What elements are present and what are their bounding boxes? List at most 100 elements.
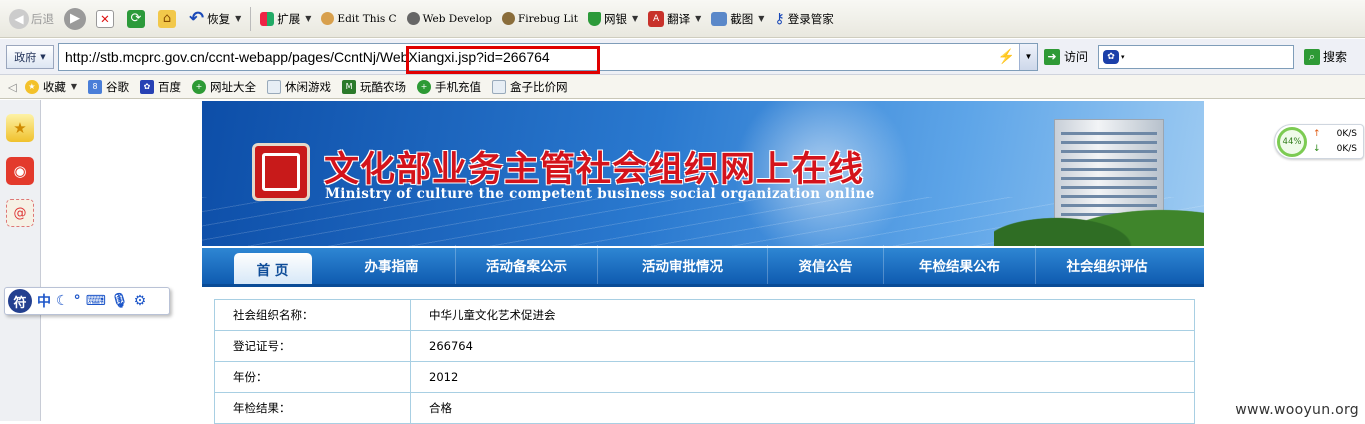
zone-dropdown[interactable]: 政府 ▼	[6, 44, 54, 69]
site-icon: +	[417, 79, 432, 94]
table-row: 社会组织名称： 中华儿童文化艺术促进会	[214, 299, 1195, 331]
google-icon: 8	[88, 79, 103, 94]
stop-button[interactable]: ✕	[91, 4, 122, 34]
site-logo	[252, 143, 310, 201]
watermark: www.wooyun.org	[1235, 402, 1359, 418]
screenshot-button[interactable]: 截图 ▼	[706, 4, 769, 34]
forward-button[interactable]: ▶	[59, 4, 91, 34]
nav-credit-notice[interactable]: 资信公告	[768, 245, 884, 284]
screenshot-icon	[711, 11, 728, 26]
site-subtitle: Ministry of culture the competent busine…	[325, 186, 875, 202]
email-icon[interactable]: @	[6, 199, 34, 227]
translate-icon: A	[648, 10, 665, 27]
site-banner: 文化部业务主管社会组织网上在线 Ministry of culture the …	[202, 101, 1204, 246]
nav-guide[interactable]: 办事指南	[328, 245, 456, 284]
punctuation-icon[interactable]: °	[74, 293, 81, 309]
url-field[interactable]: http://stb.mcprc.gov.cn/ccnt-webapp/page…	[58, 42, 1038, 74]
weibo-icon[interactable]: ◉	[6, 157, 34, 185]
nav-activity-filing[interactable]: 活动备案公示	[456, 245, 598, 284]
ime-toolbar[interactable]: 符 中 ☾ ° ⌨ 🎙 ⚙	[4, 287, 170, 315]
nav-org-evaluation[interactable]: 社会组织评估	[1036, 245, 1178, 284]
farm-icon: M	[342, 79, 357, 94]
page-icon	[267, 79, 282, 94]
home-button[interactable]: ⌂	[153, 4, 184, 34]
back-button[interactable]: ◀ 后退	[4, 4, 59, 34]
toolbar-divider	[250, 6, 252, 31]
microphone-icon[interactable]: 🎙	[111, 293, 129, 309]
chevron-down-icon: ▼	[305, 14, 312, 23]
favorite-phone-recharge[interactable]: + 手机充值	[417, 79, 481, 95]
star-icon[interactable]: ★	[6, 114, 34, 142]
row-value: 中华儿童文化艺术促进会	[410, 299, 1195, 331]
chevron-down-icon: ▼	[40, 52, 46, 61]
favorites-menu[interactable]: ★ 收藏 ▼	[24, 79, 78, 95]
browser-toolbar: ◀ 后退 ▶ ✕ ⟳ ⌂ ↶ 恢复 ▼ 扩展 ▼ Edit This C Web…	[0, 0, 1365, 38]
login-manager-button[interactable]: ⚷ 登录管家	[769, 4, 838, 34]
online-bank-button[interactable]: 网银 ▼	[583, 4, 643, 34]
moon-icon[interactable]: ☾	[56, 293, 69, 309]
refresh-button[interactable]: ⟳	[122, 4, 153, 34]
address-bar: 政府 ▼ http://stb.mcprc.gov.cn/ccnt-webapp…	[0, 39, 1365, 75]
row-value: 266764	[410, 330, 1195, 362]
chevron-down-icon: ▼	[70, 82, 78, 91]
baidu-paw-icon: ✿	[1103, 49, 1120, 64]
page-icon	[492, 79, 507, 94]
chevron-down-icon: ▼	[235, 14, 242, 23]
upload-rate: 0K/S	[1336, 129, 1357, 139]
ime-logo-icon: 符	[8, 289, 32, 313]
speed-percent: 44%	[1277, 127, 1307, 157]
row-label: 年检结果：	[214, 392, 411, 424]
baidu-paw-icon: ✿	[140, 79, 155, 94]
firebug-lite-button[interactable]: Firebug Lit	[497, 4, 583, 34]
favorite-baidu[interactable]: ✿ 百度	[140, 79, 181, 95]
chevron-down-icon: ▾	[1121, 52, 1125, 61]
download-rate: 0K/S	[1336, 144, 1357, 154]
ime-chinese-mode[interactable]: 中	[37, 291, 51, 311]
extensions-icon	[260, 11, 275, 26]
edit-this-cookie-button[interactable]: Edit This C	[316, 4, 401, 34]
favorite-url-directory[interactable]: + 网址大全	[192, 79, 256, 95]
network-speed-widget[interactable]: 44% ↑ ↓ 0K/S 0K/S	[1274, 124, 1364, 159]
search-button[interactable]: ⌕ 搜索	[1304, 48, 1347, 65]
go-button[interactable]: ➜ 访问	[1044, 48, 1088, 65]
search-icon: ⌕	[1304, 48, 1321, 65]
site-title: 文化部业务主管社会组织网上在线	[324, 149, 865, 190]
favorite-farm[interactable]: M 玩酷农场	[342, 79, 406, 95]
favorite-casual-games[interactable]: 休闲游戏	[267, 79, 331, 95]
bug-icon	[501, 12, 515, 25]
forward-arrow-icon: ▶	[64, 7, 86, 30]
nav-inspection-results[interactable]: 年检结果公布	[884, 245, 1036, 284]
trees-image	[994, 190, 1204, 246]
url-text: http://stb.mcprc.gov.cn/ccnt-webapp/page…	[65, 48, 550, 65]
nav-activity-approval[interactable]: 活动审批情况	[598, 245, 768, 284]
key-icon: ⚷	[774, 10, 785, 27]
chevron-down-icon: ▼	[758, 14, 765, 23]
cookie-icon	[321, 12, 335, 25]
favorite-price-compare[interactable]: 盒子比价网	[492, 79, 568, 95]
translate-button[interactable]: A 翻译 ▼	[643, 4, 706, 34]
lightning-icon[interactable]: ⚡	[998, 48, 1015, 65]
restore-button[interactable]: ↶ 恢复 ▼	[184, 4, 246, 34]
main-nav: 首 页 办事指南 活动备案公示 活动审批情况 资信公告 年检结果公布 社会组织评…	[202, 245, 1204, 287]
shield-icon	[587, 11, 601, 26]
nav-home[interactable]: 首 页	[234, 253, 312, 284]
back-arrow-icon: ◀	[9, 8, 29, 29]
upload-arrow-icon: ↑	[1313, 129, 1321, 139]
extensions-button[interactable]: 扩展 ▼	[255, 4, 316, 34]
url-history-dropdown[interactable]: ▼	[1019, 43, 1037, 70]
star-icon: ★	[24, 79, 39, 94]
keyboard-icon[interactable]: ⌨	[86, 293, 106, 309]
stop-icon: ✕	[96, 9, 114, 28]
search-input[interactable]: ✿ ▾	[1098, 44, 1295, 69]
favorite-google[interactable]: 8 谷歌	[88, 79, 129, 95]
browser-sidebar: ★ ◉ @	[0, 100, 41, 421]
site-icon: +	[192, 79, 207, 94]
chevron-down-icon: ▼	[695, 14, 702, 23]
web-developer-button[interactable]: Web Develop	[402, 4, 497, 34]
collapse-arrow-icon[interactable]: ◁	[8, 80, 17, 94]
gear-icon[interactable]: ⚙	[134, 293, 147, 309]
row-label: 登记证号：	[214, 330, 411, 362]
favorites-bar: ◁ ★ 收藏 ▼ 8 谷歌 ✿ 百度 + 网址大全 休闲游戏 M 玩酷农场 + …	[0, 75, 1365, 99]
download-arrow-icon: ↓	[1313, 144, 1321, 154]
refresh-icon: ⟳	[127, 9, 145, 28]
